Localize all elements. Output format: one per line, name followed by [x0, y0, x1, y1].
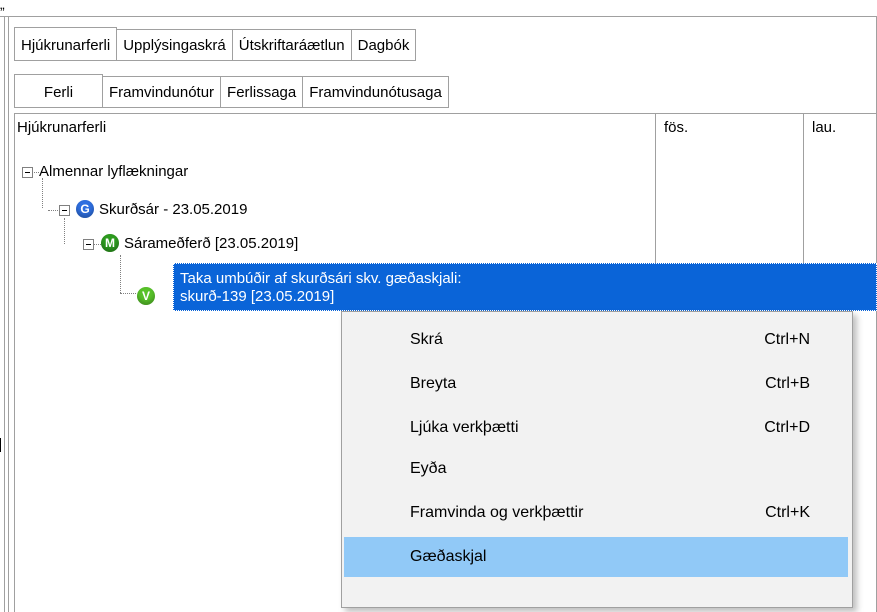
collapse-toggle[interactable]	[22, 167, 33, 178]
menu-item-label: Eyða	[410, 460, 447, 477]
window-side-mark	[0, 438, 4, 452]
context-menu: Skrá Ctrl+N Breyta Ctrl+B Ljúka verkþætt…	[341, 311, 853, 608]
menu-item-label: Skrá	[410, 331, 443, 348]
sub-tab-bar: Ferli Framvindunótur Ferlissaga Framvind…	[14, 74, 449, 108]
tree-node-level3-line1: Taka umbúðir af skurðsári skv. gæðaskjal…	[180, 270, 462, 287]
tree-node-level2[interactable]: Sárameðferð [23.05.2019]	[124, 229, 298, 259]
column-header-fos[interactable]: fös.	[664, 119, 688, 136]
tree-node-level1[interactable]: Skurðsár - 23.05.2019	[99, 195, 247, 225]
tree-connector	[48, 210, 58, 212]
collapse-toggle[interactable]	[83, 239, 94, 250]
tree-node-level3-line2: skurð-139 [23.05.2019]	[180, 288, 335, 305]
column-header-lau[interactable]: lau.	[812, 119, 836, 136]
tree-node-root[interactable]: Almennar lyflækningar	[39, 157, 188, 187]
tree-connector	[120, 293, 136, 295]
window-frame-left-inner	[8, 16, 9, 612]
menu-item-shortcut: Ctrl+B	[765, 375, 810, 392]
goal-badge-icon: G	[76, 200, 94, 218]
tree-connector	[64, 218, 66, 244]
tree-node-level3[interactable]: Taka umbúðir af skurðsári skv. gæðaskjal…	[180, 270, 462, 306]
tab-ferli[interactable]: Ferli	[14, 74, 103, 108]
tab-framvindunotusaga[interactable]: Framvindunótusaga	[303, 76, 449, 108]
measure-badge-icon: M	[101, 234, 119, 252]
menu-item-label: Breyta	[410, 375, 457, 392]
tab-utskriftaraaetlun[interactable]: Útskriftaráætlun	[232, 29, 352, 61]
collapse-toggle[interactable]	[59, 205, 70, 216]
menu-item-breyta[interactable]: Breyta Ctrl+B	[344, 364, 848, 404]
menu-item-skra[interactable]: Skrá Ctrl+N	[344, 320, 848, 360]
menu-item-ljuka-verkthaetti[interactable]: Ljúka verkþætti Ctrl+D	[344, 408, 848, 448]
tab-upplysingaskra[interactable]: Upplýsingaskrá	[117, 29, 233, 61]
window-corner-glyph: „	[0, 0, 5, 12]
menu-item-shortcut: Ctrl+N	[764, 331, 810, 348]
menu-item-framvinda-og-verkthaettir[interactable]: Framvinda og verkþættir Ctrl+K	[344, 493, 848, 533]
window-frame-top	[0, 16, 877, 17]
menu-item-label: Framvinda og verkþættir	[410, 504, 584, 521]
menu-item-shortcut: Ctrl+D	[764, 419, 810, 436]
menu-item-gaedaskjal[interactable]: Gæðaskjal	[344, 537, 848, 577]
main-tab-bar: Hjúkrunarferli Upplýsingaskrá Útskriftar…	[14, 27, 417, 61]
tree-connector	[32, 172, 39, 174]
tab-framvindunotur[interactable]: Framvindunótur	[103, 76, 222, 108]
task-badge-icon: V	[137, 287, 155, 305]
tab-ferlissaga[interactable]: Ferlissaga	[221, 76, 304, 108]
menu-item-label: Gæðaskjal	[410, 548, 487, 565]
tab-dagbok[interactable]: Dagbók	[351, 29, 417, 61]
tab-hjukrunarferli[interactable]: Hjúkrunarferli	[14, 27, 118, 61]
menu-item-shortcut: Ctrl+K	[765, 504, 810, 521]
tree-connector	[120, 255, 122, 293]
window-frame-left	[4, 16, 5, 612]
menu-item-label: Ljúka verkþætti	[410, 419, 519, 436]
menu-item-eyda[interactable]: Eyða	[344, 449, 848, 489]
column-header-hjukrunarferli[interactable]: Hjúkrunarferli	[17, 119, 106, 136]
